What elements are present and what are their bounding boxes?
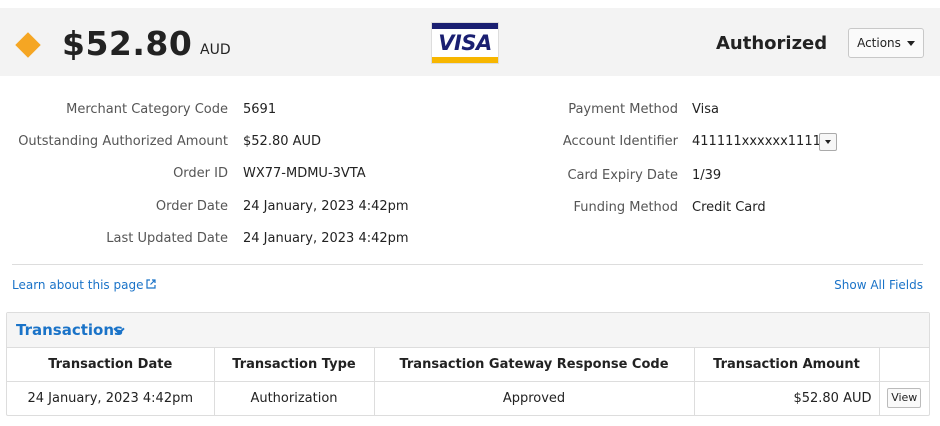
last-updated-date-value: 24 January, 2023 4:42pm [243, 231, 409, 246]
payment-method-label: Payment Method [568, 102, 678, 117]
transactions-header[interactable]: Transactions [7, 313, 929, 348]
order-date-label: Order Date [155, 199, 228, 214]
account-identifier-value: 411111xxxxxx1111 [692, 134, 821, 149]
card-expiry-date-value: 1/39 [692, 168, 722, 183]
account-identifier-label: Account Identifier [562, 134, 678, 149]
order-id-label: Order ID [173, 166, 228, 181]
visa-logo-top-bar [432, 23, 498, 29]
view-button[interactable]: View [887, 388, 922, 409]
transactions-title: Transactions [16, 321, 123, 339]
payment-method-value: Visa [692, 102, 719, 117]
transaction-type-cell: Authorization [214, 381, 375, 415]
column-header: Transaction Amount [694, 348, 880, 382]
actions-button-label: Actions [857, 36, 901, 50]
summary-header: $52.80 AUD VISA Authorized Actions [0, 8, 940, 76]
transaction-action-cell: View [879, 381, 929, 415]
outstanding-amount-value: $52.80 AUD [243, 134, 322, 149]
learn-about-page-link-text: Learn about this page [12, 278, 144, 292]
chevron-down-icon [825, 140, 831, 144]
order-id-value: WX77-MDMU-3VTA [243, 166, 366, 181]
learn-about-page-link[interactable]: Learn about this page [12, 278, 157, 292]
status-diamond-icon [15, 32, 41, 58]
funding-method-label: Funding Method [573, 200, 679, 215]
merchant-category-code-label: Merchant Category Code [66, 102, 228, 117]
visa-logo-text: VISA [438, 31, 492, 55]
table-header-row: Transaction Date Transaction Type Transa… [7, 348, 929, 382]
last-updated-date-label: Last Updated Date [106, 231, 228, 246]
chevron-down-icon [906, 40, 915, 46]
external-link-icon [146, 279, 157, 289]
actions-button[interactable]: Actions [848, 28, 924, 58]
merchant-category-code-value: 5691 [243, 102, 277, 117]
column-header [879, 348, 929, 382]
table-row: 24 January, 2023 4:42pm Authorization Ap… [7, 381, 929, 415]
column-header: Transaction Date [7, 348, 215, 382]
currency-code: AUD [200, 42, 231, 58]
column-header: Transaction Type [214, 348, 375, 382]
transaction-amount: $52.80 [62, 24, 193, 63]
transaction-date-cell: 24 January, 2023 4:42pm [7, 381, 215, 415]
outstanding-amount-label: Outstanding Authorized Amount [18, 134, 228, 149]
order-date-value: 24 January, 2023 4:42pm [243, 199, 409, 214]
status-label: Authorized [716, 33, 828, 54]
visa-logo: VISA [431, 22, 499, 64]
transactions-panel: Transactions Transaction Date Transactio… [6, 312, 930, 416]
card-expiry-date-label: Card Expiry Date [567, 168, 678, 183]
transaction-response-cell: Approved [374, 381, 695, 415]
visa-logo-bottom-bar [432, 57, 498, 63]
funding-method-value: Credit Card [692, 200, 766, 215]
section-divider [12, 264, 923, 265]
account-identifier-dropdown[interactable] [819, 133, 837, 151]
show-all-fields-link[interactable]: Show All Fields [834, 278, 923, 292]
transactions-table: Transaction Date Transaction Type Transa… [7, 348, 929, 415]
column-header: Transaction Gateway Response Code [374, 348, 695, 382]
transaction-amount-cell: $52.80 AUD [694, 381, 880, 415]
